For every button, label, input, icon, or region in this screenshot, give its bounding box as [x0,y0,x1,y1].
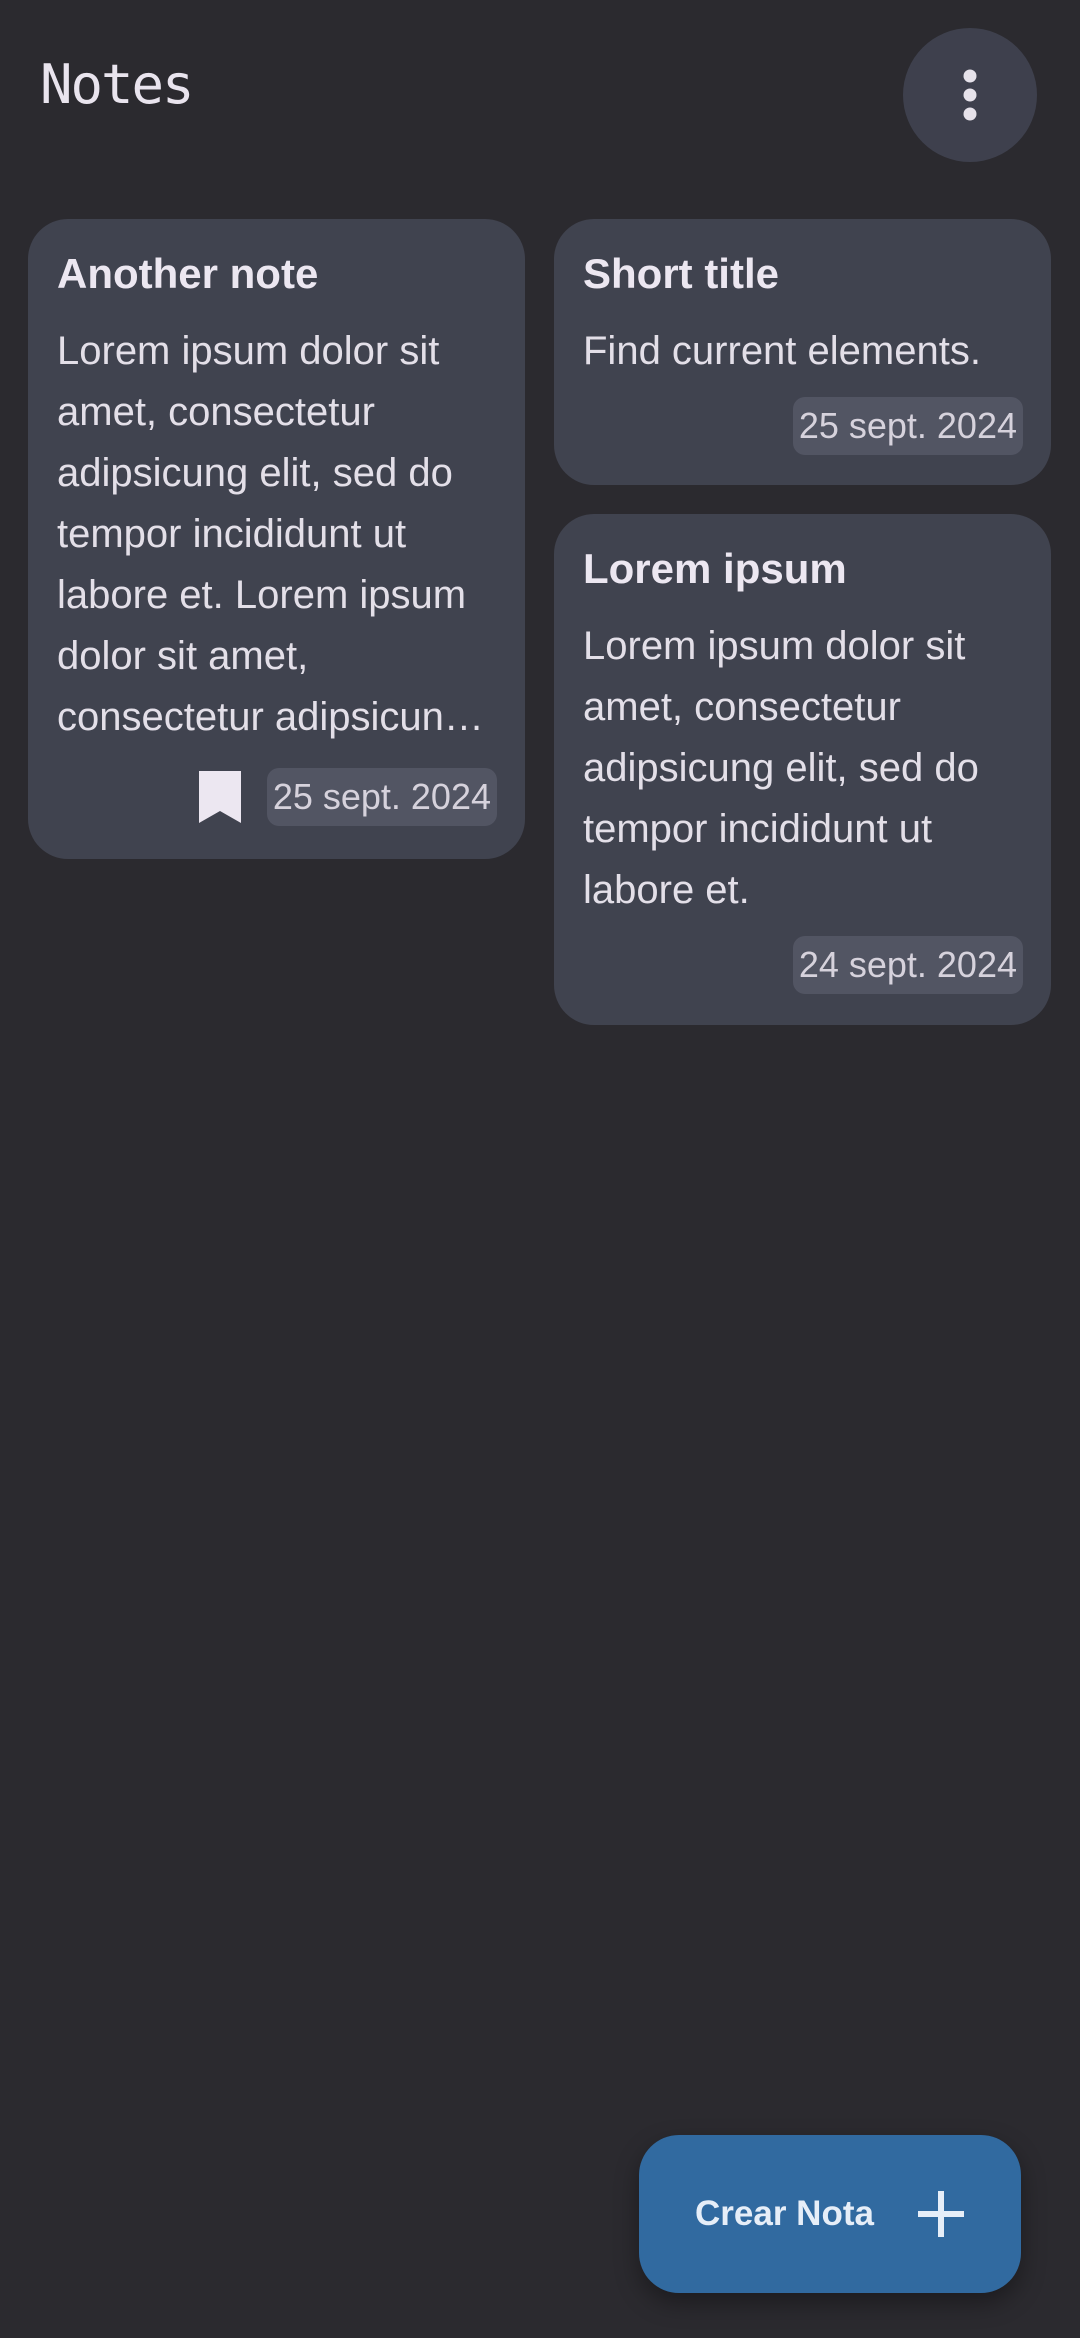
note-body: Find current elements. [583,329,981,373]
create-note-label: Crear Nota [695,2194,874,2233]
note-card[interactable]: Another note Lorem ipsum dolor sit amet,… [28,219,525,859]
more-vert-icon [963,69,977,121]
bookmark-icon [198,771,241,823]
note-date: 25 sept. 2024 [792,397,1023,455]
note-date: 25 sept. 2024 [266,768,497,826]
note-body: Lorem ipsum dolor sit amet, consectetur … [583,624,979,912]
note-body: Lorem ipsum dolor sit amet, consectetur … [57,329,467,739]
note-card[interactable]: Lorem ipsum Lorem ipsum dolor sit amet, … [554,514,1051,1025]
more-options-button[interactable] [903,28,1037,162]
page-title: Notes [40,53,195,116]
create-note-button[interactable]: Crear Nota [639,2135,1021,2293]
plus-icon [917,2191,964,2237]
note-date: 24 sept. 2024 [792,936,1023,994]
note-title: Lorem ipsum [583,545,847,592]
note-title: Short title [583,250,779,297]
note-title: Another note [57,250,319,297]
note-card[interactable]: Short title Find current elements. 25 se… [554,219,1051,485]
